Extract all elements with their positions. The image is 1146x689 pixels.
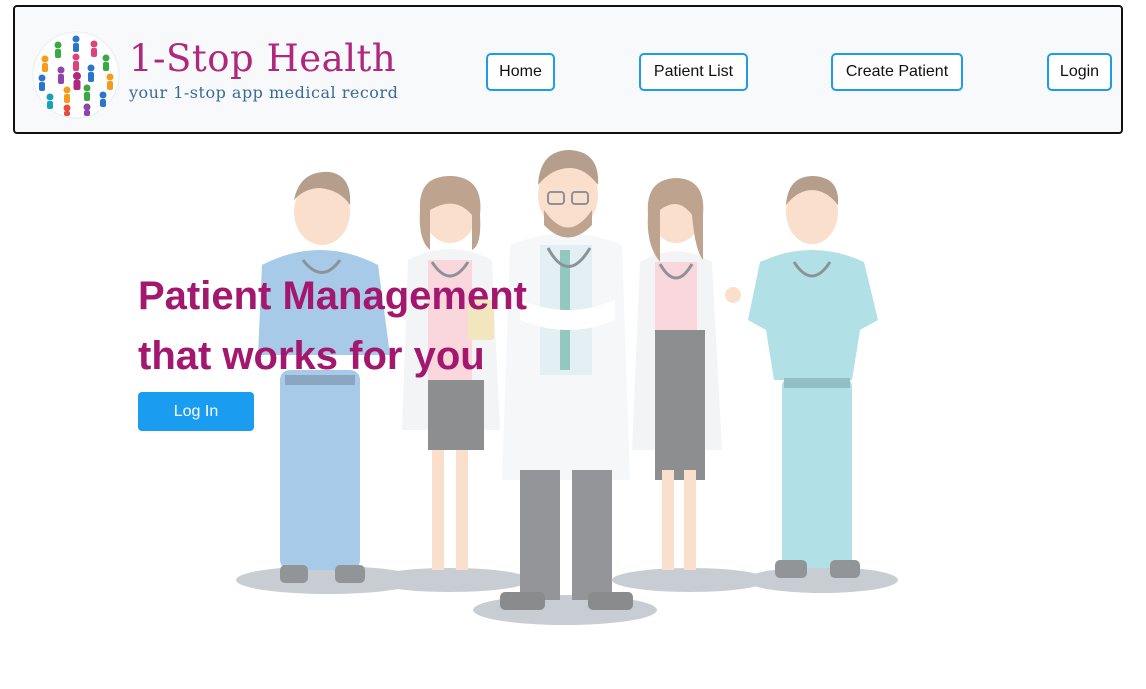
nav-patient-list-button[interactable]: Patient List — [639, 53, 748, 91]
hero-headline: Patient Management that works for you — [138, 266, 527, 386]
brand-subtitle: your 1-stop app medical record — [129, 83, 399, 102]
nav-create-patient-button[interactable]: Create Patient — [831, 53, 963, 91]
hero-section: Patient Management that works for you Lo… — [0, 140, 1146, 689]
nav-home-button[interactable]: Home — [486, 53, 555, 91]
hero-headline-line2: that works for you — [138, 334, 485, 378]
top-navbar: 1-Stop Health your 1-stop app medical re… — [13, 5, 1123, 134]
hero-headline-line1: Patient Management — [138, 274, 527, 318]
brand-title[interactable]: 1-Stop Health — [129, 37, 396, 80]
hero-login-button[interactable]: Log In — [138, 392, 254, 431]
nav-login-button[interactable]: Login — [1047, 53, 1112, 91]
people-globe-icon[interactable] — [31, 30, 121, 120]
